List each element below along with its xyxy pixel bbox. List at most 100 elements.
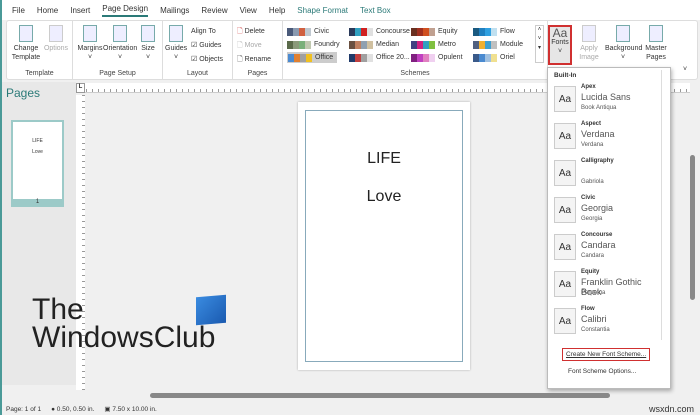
objects-checkbox[interactable]: ☑ Objects [191, 55, 223, 64]
scheme-office-20-[interactable]: Office 20... [349, 52, 410, 63]
font-scheme-aspect[interactable]: Aa Aspect Verdana Verdana [554, 121, 664, 153]
scheme-median[interactable]: Median [349, 39, 399, 50]
schemes-scroll[interactable]: ˄ ˅ ▾ [535, 25, 544, 63]
scheme-concourse[interactable]: Concourse [349, 26, 410, 37]
scheme-name: Foundry [314, 41, 340, 48]
font-scheme-calligraphy[interactable]: Aa Calligraphy Gabriola [554, 158, 664, 190]
scheme-foundry[interactable]: Foundry [287, 39, 340, 50]
change-template-button[interactable]: Change Template [11, 25, 41, 62]
body-font: Perpetua [581, 290, 606, 296]
orientation-button[interactable]: Orientation ˅ [103, 25, 137, 62]
label: 0.50, 0.50 in. [56, 405, 95, 413]
guides-icon [169, 25, 183, 42]
master-pages-button[interactable]: Master Pages [643, 25, 669, 62]
options-button[interactable]: Options [43, 25, 69, 53]
collapse-ribbon-icon[interactable]: ˅ [683, 65, 687, 74]
document-text[interactable]: LIFE [298, 150, 470, 168]
ribbon-tabs: File Home Insert Page Design Mailings Re… [2, 0, 700, 20]
label: Guides [165, 45, 188, 52]
guides-button[interactable]: Guides ˅ [165, 25, 187, 62]
tab-home[interactable]: Home [37, 6, 58, 15]
tab-mailings[interactable]: Mailings [160, 6, 189, 15]
scheme-metro[interactable]: Metro [411, 39, 456, 50]
label: Delete [244, 28, 265, 35]
font-preview-icon: Aa [554, 271, 576, 297]
font-scheme-flow[interactable]: Aa Flow Calibri Constantia [554, 306, 664, 338]
body-font: Verdana [581, 142, 604, 148]
background-button[interactable]: Background ˅ [605, 25, 643, 62]
windows-logo-icon [196, 294, 226, 326]
font-scheme-apex[interactable]: Aa Apex Lucida Sans Book Antiqua [554, 84, 664, 116]
scheme-swatch [411, 27, 435, 36]
scheme-swatch [473, 27, 497, 36]
watermark-logo: The WindowsClub [32, 295, 215, 353]
template-group: Change Template Options Template [7, 21, 73, 79]
scheme-oriel[interactable]: Oriel [473, 52, 515, 63]
scheme-name: Apex [581, 84, 596, 90]
dropdown-scrollbar[interactable] [661, 70, 669, 340]
page-setup-group: Margins ˅ Orientation ˅ Size ˅ Page Setup [73, 21, 163, 79]
scheme-swatch [287, 27, 311, 36]
label: Margins [77, 45, 103, 52]
scheme-civic[interactable]: Civic [287, 26, 329, 37]
guides-checkbox[interactable]: ☑ Guides [191, 41, 221, 50]
tab-page-design[interactable]: Page Design [102, 4, 149, 17]
group-label: Layout [186, 70, 209, 77]
apply-image-button[interactable]: Apply Image [575, 25, 603, 62]
font-preview-icon: Aa [554, 234, 576, 260]
scheme-office[interactable]: Office [287, 52, 338, 63]
fonts-button[interactable]: Aa Fonts ˅ [548, 25, 572, 65]
tab-file[interactable]: File [12, 6, 25, 15]
body-font: Gabriola [581, 179, 604, 185]
orientation-icon [113, 25, 127, 42]
font-scheme-civic[interactable]: Aa Civic Georgia Georgia [554, 195, 664, 227]
body-font: Constantia [581, 327, 610, 333]
group-label: Template [25, 70, 54, 77]
align-to-button[interactable]: Align To [191, 27, 216, 36]
font-preview-icon: Aa [554, 308, 576, 334]
tab-view[interactable]: View [240, 6, 257, 15]
move-page-button[interactable]: 🗋 Move [237, 41, 262, 50]
scheme-opulent[interactable]: Opulent [411, 52, 463, 63]
font-scheme-equity[interactable]: Aa Equity Franklin Gothic Book Perpetua [554, 269, 664, 301]
create-new-font-scheme[interactable]: Create New Font Scheme... [562, 348, 651, 361]
tab-help[interactable]: Help [269, 6, 285, 15]
scheme-name: Flow [500, 28, 515, 35]
font-scheme-concourse[interactable]: Aa Concourse Candara Candara [554, 232, 664, 264]
size-button[interactable]: Size ˅ [139, 25, 157, 62]
label: Apply Image [579, 45, 599, 61]
tab-review[interactable]: Review [201, 6, 227, 15]
tab-shape-format[interactable]: Shape Format [297, 6, 348, 15]
scheme-name: Module [500, 41, 523, 48]
document-text[interactable]: Love [298, 188, 470, 206]
pages-title: Pages [6, 86, 41, 100]
scheme-name: Aspect [581, 121, 602, 127]
text-box[interactable] [305, 110, 463, 362]
scheme-swatch [349, 53, 373, 62]
horizontal-scrollbar[interactable] [86, 391, 686, 401]
scheme-flow[interactable]: Flow [473, 26, 515, 37]
tab-insert[interactable]: Insert [70, 6, 90, 15]
label: Guides [199, 42, 222, 49]
scheme-name: Civic [314, 28, 330, 35]
label: Rename [244, 56, 272, 63]
document-page[interactable]: LIFE Love [298, 102, 470, 370]
scheme-name: Equity [438, 28, 458, 35]
page-thumbnail[interactable]: LIFE Love [11, 120, 64, 207]
delete-page-button[interactable]: 🗋 Delete [237, 27, 265, 36]
scheme-equity[interactable]: Equity [411, 26, 457, 37]
vertical-scrollbar[interactable] [688, 95, 698, 390]
label: Background [605, 45, 643, 52]
scheme-name: Concourse [376, 28, 410, 35]
fonts-icon: Aa [552, 26, 568, 40]
label: Options [43, 45, 69, 52]
font-scheme-options[interactable]: Font Scheme Options... [568, 368, 636, 375]
margins-button[interactable]: Margins ˅ [77, 25, 103, 62]
schemes-group: Civic Foundry Office Concourse Median Office … [283, 21, 548, 79]
rename-page-button[interactable]: 🗋 Rename [237, 55, 271, 64]
font-preview-icon: Aa [554, 86, 576, 112]
scheme-module[interactable]: Module [473, 39, 523, 50]
label: Change Template [11, 45, 41, 61]
tab-text-box[interactable]: Text Box [360, 6, 391, 15]
tab-selector[interactable]: L [76, 83, 85, 93]
